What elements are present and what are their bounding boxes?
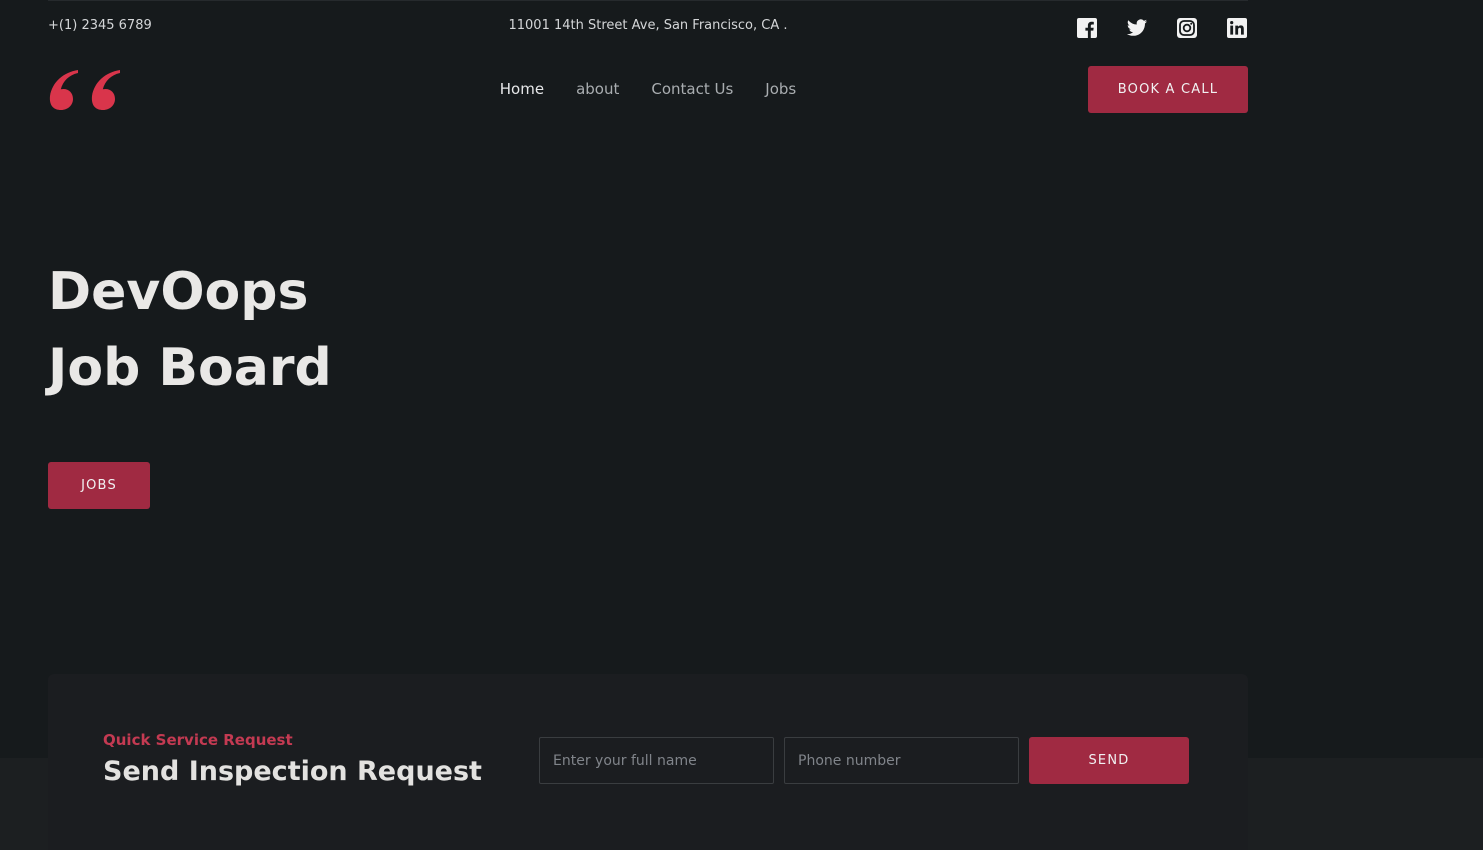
hero-title-line-2: Job Board bbox=[48, 338, 332, 398]
page: +(1) 2345 6789 11001 14th Street Ave, Sa… bbox=[0, 0, 1483, 850]
nav-item-contact-us[interactable]: Contact Us bbox=[651, 80, 733, 98]
book-a-call-button[interactable]: BOOK A CALL bbox=[1088, 66, 1248, 113]
facebook-icon[interactable] bbox=[1076, 17, 1098, 39]
top-info-bar: +(1) 2345 6789 11001 14th Street Ave, Sa… bbox=[48, 0, 1248, 52]
nav-item-home[interactable]: Home bbox=[500, 80, 544, 98]
nav-item-about[interactable]: about bbox=[576, 80, 619, 98]
jobs-button[interactable]: JOBS bbox=[48, 462, 150, 509]
full-name-input[interactable] bbox=[539, 737, 774, 784]
hero-title: DevOops Job Board bbox=[48, 254, 332, 406]
phone-number-input[interactable] bbox=[784, 737, 1019, 784]
hero-title-line-1: DevOops bbox=[48, 262, 309, 322]
instagram-icon[interactable] bbox=[1176, 17, 1198, 39]
nav-item-jobs[interactable]: Jobs bbox=[765, 80, 796, 98]
twitter-icon[interactable] bbox=[1126, 17, 1148, 39]
service-request-card: Quick Service Request Send Inspection Re… bbox=[48, 674, 1248, 850]
linkedin-icon[interactable] bbox=[1226, 17, 1248, 39]
social-links bbox=[1076, 17, 1248, 39]
address: 11001 14th Street Ave, San Francisco, CA… bbox=[508, 18, 788, 33]
request-title: Send Inspection Request bbox=[103, 756, 482, 787]
send-button[interactable]: SEND bbox=[1029, 737, 1189, 784]
request-eyebrow: Quick Service Request bbox=[103, 731, 293, 749]
